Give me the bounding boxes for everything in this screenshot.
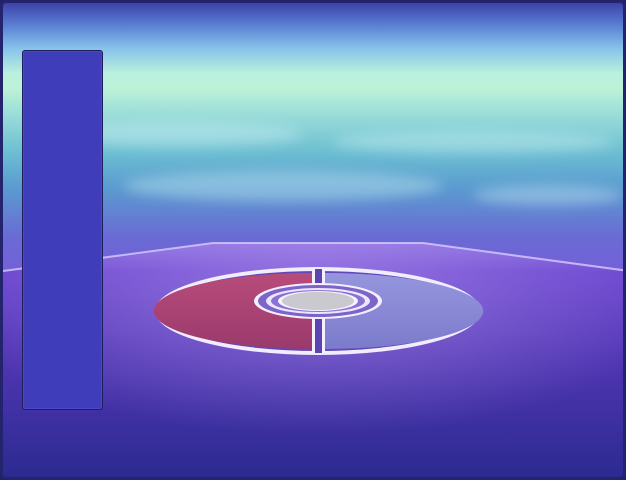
side-panel: [22, 50, 103, 410]
circle-center: [282, 292, 354, 310]
battle-circle: [153, 267, 484, 355]
game-screen: [0, 0, 626, 480]
